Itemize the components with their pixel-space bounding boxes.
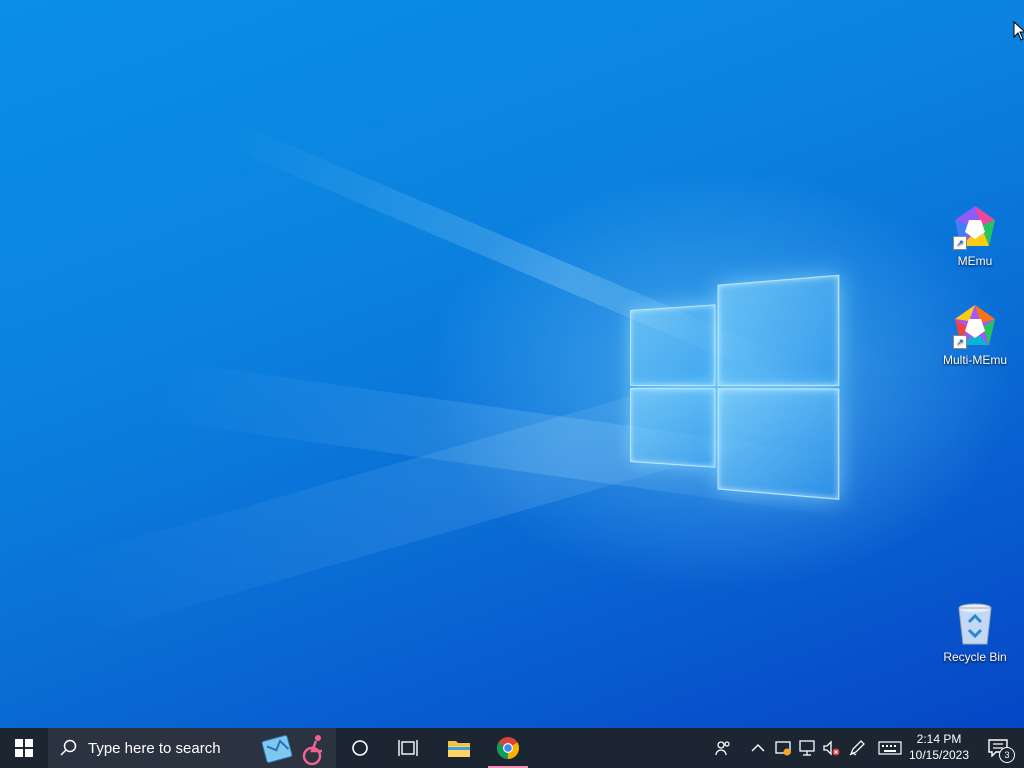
taskbar: Type here to search 2:14 PM 10/15/2023 3	[0, 728, 1024, 768]
search-input[interactable]: Type here to search	[48, 728, 336, 768]
start-button[interactable]	[0, 728, 48, 768]
chrome-icon	[496, 736, 520, 760]
logo-pane	[718, 275, 840, 386]
shortcut-arrow-icon: ↗	[953, 335, 967, 349]
file-explorer-button[interactable]	[436, 728, 482, 768]
cortana-button[interactable]	[340, 728, 380, 768]
shortcut-arrow-icon: ↗	[953, 236, 967, 250]
chevron-up-icon[interactable]	[748, 738, 768, 758]
pen-icon[interactable]	[846, 738, 868, 758]
clock-time: 2:14 PM	[900, 731, 978, 747]
logo-pane	[630, 304, 715, 386]
search-icon	[60, 739, 78, 757]
action-center-button[interactable]: 3	[980, 728, 1016, 768]
recycle-bin-icon	[951, 600, 999, 648]
security-icon[interactable]	[772, 738, 794, 758]
multi-memu-icon: ↗	[951, 303, 999, 351]
desktop-icon-multi-memu[interactable]: ↗ Multi-MEmu	[937, 303, 1013, 367]
desktop-background[interactable]: ↗ MEmu ↗ Multi-MEmu Recycle Bin	[0, 0, 1024, 728]
cortana-icon	[351, 739, 369, 757]
desktop-icon-label: MEmu	[937, 254, 1013, 268]
network-icon[interactable]	[796, 738, 818, 758]
task-view-icon	[398, 739, 418, 757]
clock-date: 10/15/2023	[900, 747, 978, 763]
desktop-icon-label: Multi-MEmu	[937, 353, 1013, 367]
desktop-icon-recycle-bin[interactable]: Recycle Bin	[937, 600, 1013, 664]
search-highlight-icon[interactable]	[260, 730, 330, 766]
task-view-button[interactable]	[386, 728, 430, 768]
desktop-icon-label: Recycle Bin	[937, 650, 1013, 664]
desktop-icon-memu[interactable]: ↗ MEmu	[937, 204, 1013, 268]
taskbar-clock[interactable]: 2:14 PM 10/15/2023	[900, 731, 978, 765]
windows-logo	[630, 270, 839, 501]
file-explorer-icon	[447, 738, 471, 758]
memu-icon: ↗	[951, 204, 999, 252]
chrome-button[interactable]	[486, 728, 530, 768]
windows-start-icon	[15, 739, 33, 757]
search-placeholder: Type here to search	[88, 740, 221, 757]
volume-muted-icon[interactable]	[820, 738, 842, 758]
mouse-cursor-icon	[1013, 21, 1024, 41]
logo-pane	[718, 388, 840, 500]
logo-pane	[630, 388, 715, 468]
people-icon[interactable]	[712, 738, 734, 758]
notification-count-badge: 3	[999, 747, 1015, 763]
